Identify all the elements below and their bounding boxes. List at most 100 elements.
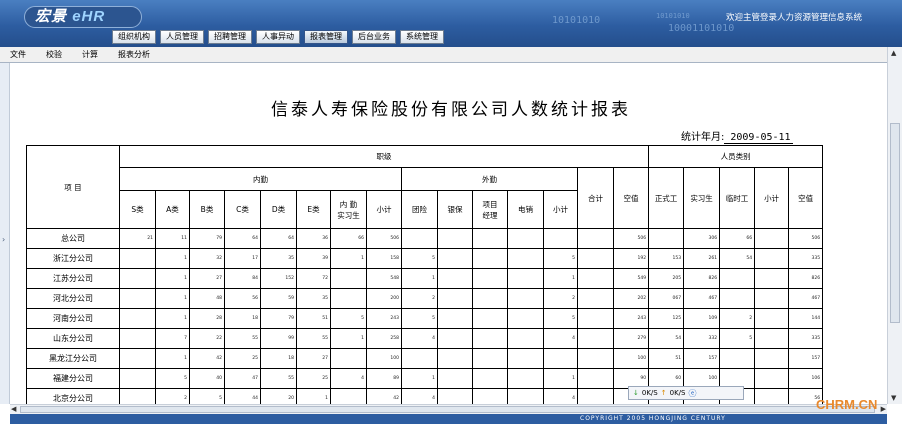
table-cell[interactable] xyxy=(119,328,156,349)
table-cell[interactable] xyxy=(437,368,473,389)
table-cell[interactable] xyxy=(330,348,367,369)
table-cell[interactable]: 109 xyxy=(683,308,721,329)
table-cell[interactable]: 548 xyxy=(366,268,402,289)
table-cell[interactable]: 21 xyxy=(119,228,156,249)
table-cell[interactable]: 1 xyxy=(155,348,190,369)
table-cell[interactable]: 55 xyxy=(260,368,297,389)
table-cell[interactable] xyxy=(507,288,544,309)
table-cell[interactable]: 100 xyxy=(366,348,402,369)
table-cell[interactable] xyxy=(754,348,790,369)
table-cell[interactable]: 243 xyxy=(612,308,650,329)
table-cell[interactable] xyxy=(754,288,790,309)
table-cell[interactable]: 5 xyxy=(401,248,438,269)
table-cell[interactable] xyxy=(437,288,473,309)
scroll-down-icon[interactable]: ▼ xyxy=(891,394,896,402)
table-cell[interactable] xyxy=(543,348,578,369)
table-cell[interactable]: 18 xyxy=(260,348,297,369)
table-cell[interactable] xyxy=(754,268,790,289)
table-cell[interactable]: 1 xyxy=(330,328,367,349)
table-cell[interactable]: 1 xyxy=(155,248,190,269)
table-cell[interactable] xyxy=(577,368,614,389)
table-cell[interactable]: 5 xyxy=(543,308,578,329)
scroll-right-icon[interactable]: ▶ xyxy=(881,405,886,413)
table-cell[interactable]: 506 xyxy=(612,228,650,249)
table-cell[interactable]: 51 xyxy=(648,348,685,369)
table-cell[interactable]: 549 xyxy=(612,268,650,289)
table-cell[interactable] xyxy=(119,248,156,269)
table-cell[interactable]: 332 xyxy=(683,328,721,349)
nav-transfer[interactable]: 人事异动 xyxy=(256,30,300,44)
table-cell[interactable] xyxy=(577,228,614,249)
table-cell[interactable]: 826 xyxy=(788,268,824,289)
table-cell[interactable]: 27 xyxy=(296,348,331,369)
scroll-up-icon[interactable]: ▲ xyxy=(891,49,896,57)
table-cell[interactable]: 153 xyxy=(648,248,685,269)
table-cell[interactable]: 55 xyxy=(296,328,331,349)
table-cell[interactable] xyxy=(119,268,156,289)
table-cell[interactable] xyxy=(754,248,790,269)
table-cell[interactable]: 25 xyxy=(296,368,331,389)
table-cell[interactable] xyxy=(507,248,544,269)
menu-calculate[interactable]: 计算 xyxy=(72,49,108,60)
table-cell[interactable]: 1 xyxy=(155,288,190,309)
table-cell[interactable]: 106 xyxy=(788,368,824,389)
table-cell[interactable]: 157 xyxy=(683,348,721,369)
table-cell[interactable]: 51 xyxy=(296,308,331,329)
table-cell[interactable] xyxy=(719,288,756,309)
table-cell[interactable] xyxy=(437,228,473,249)
table-cell[interactable]: 1 xyxy=(155,268,190,289)
table-cell[interactable]: 35 xyxy=(260,248,297,269)
table-cell[interactable] xyxy=(754,328,790,349)
vertical-scroll-thumb[interactable] xyxy=(890,123,900,323)
table-cell[interactable]: 1 xyxy=(155,308,190,329)
table-cell[interactable] xyxy=(754,308,790,329)
table-cell[interactable]: 152 xyxy=(260,268,297,289)
table-cell[interactable]: 64 xyxy=(260,228,297,249)
table-cell[interactable]: 4 xyxy=(543,328,578,349)
table-cell[interactable]: 4 xyxy=(330,368,367,389)
table-cell[interactable]: 205 xyxy=(648,268,685,289)
table-cell[interactable]: 506 xyxy=(366,228,402,249)
table-cell[interactable]: 506 xyxy=(788,228,824,249)
table-cell[interactable]: 11 xyxy=(155,228,190,249)
table-cell[interactable] xyxy=(437,328,473,349)
table-cell[interactable]: 1 xyxy=(401,368,438,389)
table-cell[interactable] xyxy=(437,268,473,289)
table-cell[interactable] xyxy=(507,308,544,329)
table-cell[interactable]: 25 xyxy=(224,348,261,369)
table-cell[interactable]: 7 xyxy=(155,328,190,349)
table-cell[interactable]: 5 xyxy=(401,308,438,329)
table-cell[interactable]: 22 xyxy=(189,328,225,349)
table-cell[interactable]: 1 xyxy=(543,368,578,389)
table-cell[interactable] xyxy=(507,268,544,289)
table-cell[interactable]: 48 xyxy=(189,288,225,309)
table-cell[interactable]: 54 xyxy=(648,328,685,349)
table-cell[interactable]: 47 xyxy=(224,368,261,389)
table-cell[interactable]: 2 xyxy=(719,308,756,329)
table-cell[interactable] xyxy=(472,268,508,289)
table-cell[interactable]: 2 xyxy=(401,288,438,309)
table-cell[interactable]: 56 xyxy=(224,288,261,309)
table-cell[interactable] xyxy=(648,228,685,249)
table-cell[interactable] xyxy=(472,368,508,389)
table-cell[interactable] xyxy=(577,288,614,309)
table-cell[interactable] xyxy=(472,308,508,329)
table-cell[interactable] xyxy=(543,228,578,249)
table-cell[interactable] xyxy=(472,288,508,309)
scroll-left-icon[interactable]: ◀ xyxy=(11,405,16,413)
menu-file[interactable]: 文件 xyxy=(0,49,36,60)
table-cell[interactable]: 4 xyxy=(401,328,438,349)
table-cell[interactable] xyxy=(472,248,508,269)
table-cell[interactable] xyxy=(577,328,614,349)
table-cell[interactable]: 54 xyxy=(719,248,756,269)
table-cell[interactable]: 335 xyxy=(788,248,824,269)
table-cell[interactable] xyxy=(472,348,508,369)
table-cell[interactable]: 79 xyxy=(260,308,297,329)
table-cell[interactable] xyxy=(577,348,614,369)
menu-validate[interactable]: 校验 xyxy=(36,49,72,60)
table-cell[interactable] xyxy=(754,228,790,249)
table-cell[interactable]: 66 xyxy=(719,228,756,249)
browser-icon[interactable]: ⓔ xyxy=(688,388,696,399)
table-cell[interactable] xyxy=(401,348,438,369)
table-cell[interactable]: 258 xyxy=(366,328,402,349)
